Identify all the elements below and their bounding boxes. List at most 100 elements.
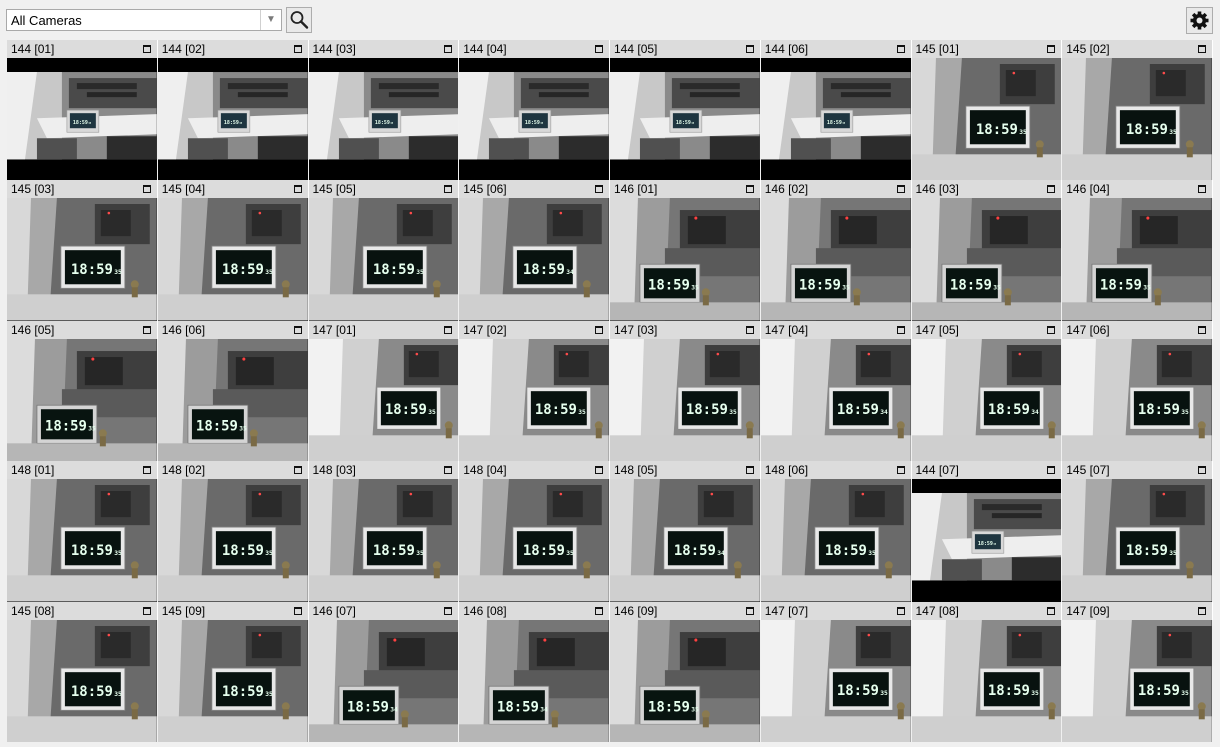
maximize-icon[interactable] bbox=[444, 185, 453, 194]
maximize-icon[interactable] bbox=[1047, 466, 1056, 475]
camera-video-feed[interactable]: 18:59 35 bbox=[911, 198, 1062, 321]
camera-tile[interactable]: 145 [03] 18:59 35 bbox=[7, 180, 158, 321]
camera-tile[interactable]: 146 [09] 18:59 35 bbox=[610, 601, 761, 742]
camera-video-feed[interactable]: 18:59 35 bbox=[610, 338, 760, 462]
camera-tile[interactable]: 148 [05] 18:59 34 bbox=[610, 461, 761, 602]
camera-video-feed[interactable]: 18:59 35 bbox=[760, 58, 911, 181]
maximize-icon[interactable] bbox=[745, 466, 754, 475]
maximize-icon[interactable] bbox=[1047, 606, 1056, 615]
settings-button[interactable] bbox=[1186, 7, 1213, 34]
camera-tile[interactable]: 146 [04] 18:59 35 bbox=[1062, 180, 1213, 321]
camera-video-feed[interactable]: 18:59 35 bbox=[1062, 479, 1212, 602]
maximize-icon[interactable] bbox=[444, 466, 453, 475]
maximize-icon[interactable] bbox=[1198, 466, 1206, 475]
camera-tile[interactable]: 145 [04] 18:59 35 bbox=[157, 180, 309, 321]
maximize-icon[interactable] bbox=[293, 45, 302, 53]
maximize-icon[interactable] bbox=[595, 325, 603, 334]
camera-video-feed[interactable]: 18:59 35 bbox=[1062, 58, 1212, 181]
camera-video-feed[interactable]: 18:59 35 bbox=[7, 198, 157, 321]
maximize-icon[interactable] bbox=[1198, 325, 1206, 334]
camera-tile[interactable]: 145 [02] 18:59 35 bbox=[1062, 40, 1213, 181]
camera-video-feed[interactable]: 18:59 35 bbox=[1062, 619, 1212, 742]
camera-video-feed[interactable]: 18:59 34 bbox=[760, 338, 911, 462]
camera-video-feed[interactable]: 18:59 35 bbox=[7, 479, 157, 602]
camera-video-feed[interactable]: 18:59 35 bbox=[7, 58, 157, 181]
maximize-icon[interactable] bbox=[745, 606, 754, 615]
maximize-icon[interactable] bbox=[745, 185, 754, 194]
camera-video-feed[interactable]: 18:59 35 bbox=[610, 58, 760, 181]
maximize-icon[interactable] bbox=[293, 185, 302, 194]
camera-video-feed[interactable]: 18:59 35 bbox=[459, 338, 609, 462]
camera-video-feed[interactable]: 18:59 35 bbox=[760, 479, 911, 602]
camera-tile[interactable]: 147 [03] 18:59 35 bbox=[610, 320, 761, 462]
maximize-icon[interactable] bbox=[293, 606, 302, 615]
camera-tile[interactable]: 144 [01] 18:59 35 bbox=[7, 40, 158, 181]
camera-tile[interactable]: 145 [05] 18:59 35 bbox=[308, 180, 460, 321]
camera-video-feed[interactable]: 18:59 35 bbox=[1062, 198, 1212, 321]
maximize-icon[interactable] bbox=[142, 185, 151, 194]
maximize-icon[interactable] bbox=[1047, 325, 1056, 334]
maximize-icon[interactable] bbox=[142, 45, 151, 53]
camera-video-feed[interactable]: 18:59 35 bbox=[157, 198, 308, 321]
camera-video-feed[interactable]: 18:59 35 bbox=[157, 619, 308, 742]
maximize-icon[interactable] bbox=[745, 325, 754, 334]
camera-video-feed[interactable]: 18:59 35 bbox=[760, 198, 911, 321]
camera-tile[interactable]: 148 [03] 18:59 35 bbox=[308, 461, 460, 602]
camera-video-feed[interactable]: 18:59 35 bbox=[308, 338, 459, 462]
maximize-icon[interactable] bbox=[142, 606, 151, 615]
camera-tile[interactable]: 148 [02] 18:59 35 bbox=[157, 461, 309, 602]
camera-video-feed[interactable]: 18:59 34 bbox=[459, 198, 609, 321]
dropdown-arrow-icon[interactable]: ▼ bbox=[260, 10, 281, 30]
maximize-icon[interactable] bbox=[595, 45, 603, 53]
maximize-icon[interactable] bbox=[444, 606, 453, 615]
camera-video-feed[interactable]: 18:59 35 bbox=[308, 198, 459, 321]
camera-tile[interactable]: 146 [07] 18:59 34 bbox=[308, 601, 460, 742]
camera-video-feed[interactable]: 18:59 35 bbox=[7, 619, 157, 742]
camera-video-feed[interactable]: 18:59 35 bbox=[157, 338, 308, 462]
camera-video-feed[interactable]: 18:59 35 bbox=[1062, 338, 1212, 462]
camera-tile[interactable]: 144 [07] 18:59 35 bbox=[911, 461, 1063, 602]
camera-tile[interactable]: 144 [02] 18:59 35 bbox=[157, 40, 309, 181]
maximize-icon[interactable] bbox=[1198, 606, 1206, 615]
camera-tile[interactable]: 146 [05] 18:59 35 bbox=[7, 320, 158, 462]
maximize-icon[interactable] bbox=[896, 45, 905, 53]
camera-tile[interactable]: 145 [06] 18:59 34 bbox=[459, 180, 610, 321]
maximize-icon[interactable] bbox=[595, 466, 603, 475]
camera-tile[interactable]: 145 [09] 18:59 35 bbox=[157, 601, 309, 742]
camera-tile[interactable]: 144 [04] 18:59 35 bbox=[459, 40, 610, 181]
maximize-icon[interactable] bbox=[1047, 185, 1056, 194]
camera-tile[interactable]: 147 [08] 18:59 35 bbox=[911, 601, 1063, 742]
camera-tile[interactable]: 146 [02] 18:59 35 bbox=[760, 180, 912, 321]
camera-tile[interactable]: 147 [04] 18:59 34 bbox=[760, 320, 912, 462]
camera-tile[interactable]: 145 [01] 18:59 35 bbox=[911, 40, 1063, 181]
maximize-icon[interactable] bbox=[896, 606, 905, 615]
camera-video-feed[interactable]: 18:59 34 bbox=[459, 619, 609, 742]
camera-tile[interactable]: 147 [05] 18:59 34 bbox=[911, 320, 1063, 462]
camera-video-feed[interactable]: 18:59 35 bbox=[610, 198, 760, 321]
camera-video-feed[interactable]: 18:59 35 bbox=[459, 58, 609, 181]
camera-video-feed[interactable]: 18:59 34 bbox=[610, 479, 760, 602]
camera-tile[interactable]: 144 [05] 18:59 35 bbox=[610, 40, 761, 181]
camera-tile[interactable]: 148 [06] 18:59 35 bbox=[760, 461, 912, 602]
camera-tile[interactable]: 147 [09] 18:59 35 bbox=[1062, 601, 1213, 742]
camera-video-feed[interactable]: 18:59 35 bbox=[911, 619, 1062, 742]
camera-tile[interactable]: 147 [02] 18:59 35 bbox=[459, 320, 610, 462]
camera-tile[interactable]: 146 [08] 18:59 34 bbox=[459, 601, 610, 742]
camera-tile[interactable]: 147 [01] 18:59 35 bbox=[308, 320, 460, 462]
maximize-icon[interactable] bbox=[293, 466, 302, 475]
maximize-icon[interactable] bbox=[896, 185, 905, 194]
maximize-icon[interactable] bbox=[896, 325, 905, 334]
camera-video-feed[interactable]: 18:59 35 bbox=[308, 479, 459, 602]
camera-tile[interactable]: 148 [04] 18:59 35 bbox=[459, 461, 610, 602]
camera-video-feed[interactable]: 18:59 35 bbox=[157, 479, 308, 602]
maximize-icon[interactable] bbox=[1198, 185, 1206, 194]
camera-filter-dropdown[interactable]: All Cameras ▼ bbox=[6, 9, 282, 31]
camera-video-feed[interactable]: 18:59 35 bbox=[7, 338, 157, 462]
camera-video-feed[interactable]: 18:59 35 bbox=[610, 619, 760, 742]
camera-tile[interactable]: 146 [01] 18:59 35 bbox=[610, 180, 761, 321]
maximize-icon[interactable] bbox=[745, 45, 754, 53]
camera-tile[interactable]: 146 [03] 18:59 35 bbox=[911, 180, 1063, 321]
maximize-icon[interactable] bbox=[595, 606, 603, 615]
camera-video-feed[interactable]: 18:59 35 bbox=[911, 58, 1062, 181]
camera-video-feed[interactable]: 18:59 35 bbox=[760, 619, 911, 742]
